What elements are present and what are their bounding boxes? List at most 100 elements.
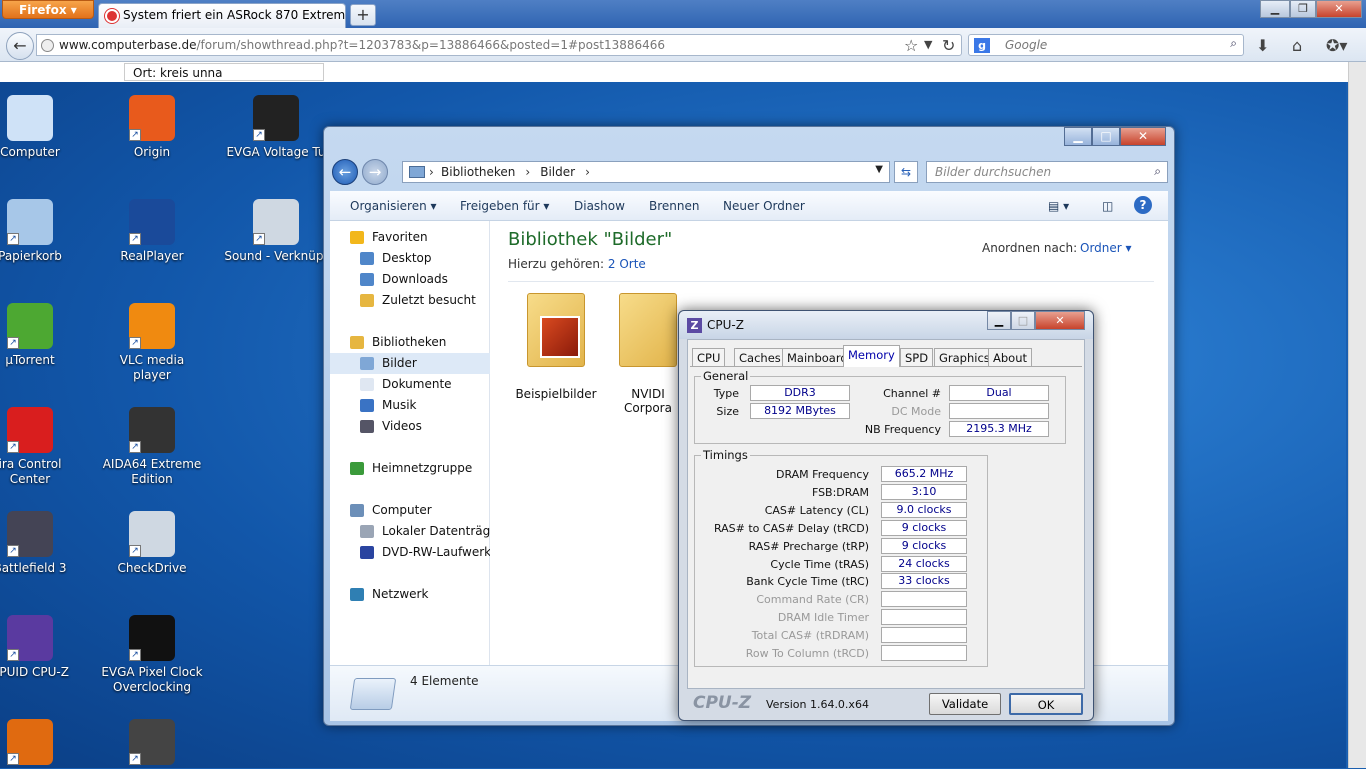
reload-icon[interactable]: ↻ xyxy=(942,36,955,55)
evga-pixel-icon: ↗ xyxy=(129,615,175,661)
burn-button[interactable]: Brennen xyxy=(649,199,699,213)
star-icon xyxy=(350,231,364,244)
desktop-icon-utorrent[interactable]: ↗ µTorrent xyxy=(0,303,82,368)
breadcrumb-bilder[interactable]: Bilder xyxy=(540,165,575,179)
tab-memory[interactable]: Memory xyxy=(843,345,900,367)
desktop-icon-checkdrive[interactable]: ↗ CheckDrive xyxy=(100,511,204,576)
bookmarks-menu-icon[interactable]: ✪▾ xyxy=(1326,36,1347,55)
tab-cpu[interactable]: CPU xyxy=(692,348,726,367)
site-favicon-icon xyxy=(105,9,119,23)
arrange-by-dropdown[interactable]: Ordner ▾ xyxy=(1080,241,1132,255)
explorer-close-button[interactable]: ✕ xyxy=(1120,127,1166,146)
share-button[interactable]: Freigeben für ▾ xyxy=(460,199,549,213)
view-options-icon[interactable]: ▤ ▾ xyxy=(1048,199,1069,213)
checkdrive-icon: ↗ xyxy=(129,511,175,557)
slideshow-button[interactable]: Diashow xyxy=(574,199,625,213)
nav-item-desktop[interactable]: Desktop xyxy=(330,248,490,269)
bookmark-star-icon[interactable]: ☆ xyxy=(904,36,918,55)
cpuz-icon: ↗ xyxy=(7,615,53,661)
ok-button[interactable]: OK xyxy=(1009,693,1083,715)
desktop-icon-realplayer[interactable]: ↗ RealPlayer xyxy=(100,199,204,264)
desktop-icon-avira[interactable]: ↗ ira Control Center xyxy=(0,407,82,487)
explorer-minimize-button[interactable]: ▁ xyxy=(1064,127,1092,146)
refresh-icon[interactable]: ⇆ xyxy=(894,161,918,183)
explorer-address-bar[interactable]: › Bibliotheken › Bilder › ▼ xyxy=(402,161,890,183)
nav-item-netzwerk[interactable]: Netzwerk xyxy=(330,584,490,605)
timings-title: Timings xyxy=(701,448,750,462)
folder-nvidia[interactable]: NVIDI Corpora xyxy=(618,293,678,415)
desktop-icon-origin[interactable]: ↗ Origin xyxy=(100,95,204,160)
nav-item-bibliotheken[interactable]: Bibliotheken xyxy=(330,332,490,353)
nav-item-heimnetzgruppe[interactable]: Heimnetzgruppe xyxy=(330,458,490,479)
desktop-icon-precision[interactable]: ↗ xyxy=(100,719,204,769)
desktop-icon-computer[interactable]: Computer xyxy=(0,95,82,160)
desktop-icon-recycle-bin[interactable]: ↗ Papierkorb xyxy=(0,199,82,264)
size-label: Size xyxy=(716,405,739,418)
shortcut-arrow-icon: ↗ xyxy=(253,233,265,245)
desktop-icon-vlc-cone[interactable]: ↗ VLC media player xyxy=(100,303,204,383)
tab-graphics[interactable]: Graphics xyxy=(934,348,995,367)
preview-pane-icon[interactable]: ◫ xyxy=(1102,199,1113,213)
timing-value: 665.2 MHz xyxy=(881,466,967,482)
minimize-button[interactable]: ▁ xyxy=(1260,0,1290,18)
url-bar[interactable]: www.computerbase.de/forum/showthread.php… xyxy=(36,34,962,56)
nav-item-bilder[interactable]: Bilder xyxy=(330,353,490,374)
desktop-icon-label: EVGA Pixel Clock Overclocking xyxy=(101,665,203,694)
nav-item-musik[interactable]: Musik xyxy=(330,395,490,416)
web-search-input[interactable]: g Google ⌕ xyxy=(968,34,1244,56)
explorer-forward-button[interactable]: → xyxy=(362,159,388,185)
page-scrollbar[interactable] xyxy=(1348,62,1366,768)
explorer-search-input[interactable]: Bilder durchsuchen ⌕ xyxy=(926,161,1168,183)
downloads-icon[interactable]: ⬇ xyxy=(1256,36,1269,55)
validate-button[interactable]: Validate xyxy=(929,693,1001,715)
desktop-icon-evga-voltage[interactable]: ↗ EVGA Voltage Tu xyxy=(224,95,328,160)
cpuz-minimize-button[interactable]: ▁ xyxy=(987,311,1011,330)
nav-item-dvd-rw-laufwerk[interactable]: DVD-RW-Laufwerk ( xyxy=(330,542,490,563)
desktop-icon-speaker[interactable]: ↗ Sound - Verknüpf xyxy=(224,199,328,264)
downloads-icon xyxy=(360,273,374,286)
nav-item-lokaler-datenträger[interactable]: Lokaler Datenträger xyxy=(330,521,490,542)
breadcrumb-bibliotheken[interactable]: Bibliotheken xyxy=(441,165,515,179)
close-button[interactable]: ✕ xyxy=(1316,0,1362,18)
breadcrumb-separator-icon: › xyxy=(585,165,590,179)
address-dropdown-icon[interactable]: ▼ xyxy=(875,164,883,175)
nav-item-computer[interactable]: Computer xyxy=(330,500,490,521)
folder-beispielbilder[interactable]: Beispielbilder xyxy=(508,293,604,401)
nav-item-downloads[interactable]: Downloads xyxy=(330,269,490,290)
history-dropdown-icon[interactable]: ▼ xyxy=(924,38,932,51)
nav-item-label: Bibliotheken xyxy=(372,335,447,349)
new-folder-button[interactable]: Neuer Ordner xyxy=(723,199,805,213)
nav-item-zuletzt-besucht[interactable]: Zuletzt besucht xyxy=(330,290,490,311)
new-tab-button[interactable]: + xyxy=(350,4,376,26)
browser-tab[interactable]: System friert ein ASRock 870 Extreme3 R.… xyxy=(98,3,346,28)
nav-item-label: Musik xyxy=(382,398,417,412)
back-button[interactable]: ← xyxy=(6,32,34,60)
tab-about[interactable]: About xyxy=(988,348,1033,367)
desktop-icon-cpuz[interactable]: ↗ CPUID CPU-Z xyxy=(0,615,82,680)
firefox-menu-button[interactable]: Firefox ▾ xyxy=(2,0,94,19)
organize-button[interactable]: Organisieren ▾ xyxy=(350,199,437,213)
home-icon[interactable]: ⌂ xyxy=(1292,36,1302,55)
desktop-icon-evga-pixel[interactable]: ↗ EVGA Pixel Clock Overclocking xyxy=(100,615,204,695)
desktop-icon-aida64[interactable]: ↗ AIDA64 Extreme Edition xyxy=(100,407,204,487)
includes-link[interactable]: 2 Orte xyxy=(608,257,646,271)
tab-caches[interactable]: Caches xyxy=(734,348,786,367)
help-icon[interactable]: ? xyxy=(1134,196,1152,214)
google-icon: g xyxy=(974,38,990,53)
nav-item-dokumente[interactable]: Dokumente xyxy=(330,374,490,395)
nav-item-favoriten[interactable]: Favoriten xyxy=(330,227,490,248)
explorer-back-button[interactable]: ← xyxy=(332,159,358,185)
desktop-icon-battlefield[interactable]: ↗ Battlefield 3 xyxy=(0,511,82,576)
nav-item-videos[interactable]: Videos xyxy=(330,416,490,437)
library-icon xyxy=(409,166,425,178)
desktop-icon-firefox[interactable]: ↗ xyxy=(0,719,82,769)
shortcut-arrow-icon: ↗ xyxy=(7,233,19,245)
magnifier-icon[interactable]: ⌕ xyxy=(1230,36,1237,51)
desktop-icon-label: AIDA64 Extreme Edition xyxy=(102,457,202,486)
cpuz-close-button[interactable]: ✕ xyxy=(1035,311,1085,330)
restore-button[interactable]: ❐ xyxy=(1290,0,1316,18)
realplayer-icon: ↗ xyxy=(129,199,175,245)
tab-spd[interactable]: SPD xyxy=(900,348,934,367)
computer-icon xyxy=(350,504,364,517)
explorer-maximize-button[interactable]: □ xyxy=(1092,127,1120,146)
